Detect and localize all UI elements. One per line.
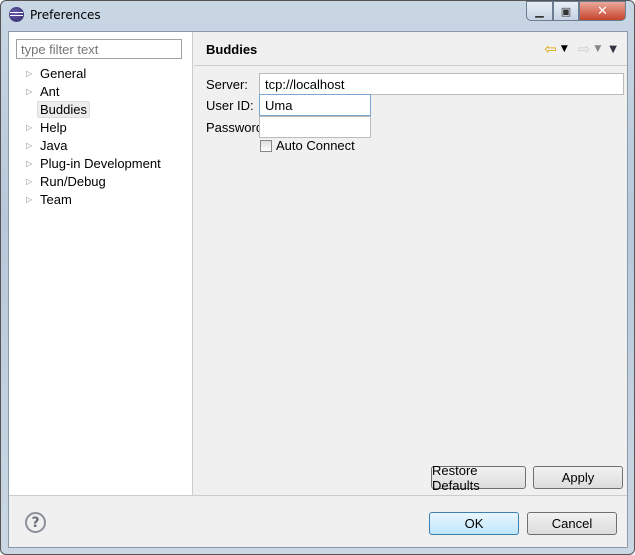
expand-triangle-icon[interactable]: ▷ <box>26 69 35 78</box>
ok-button[interactable]: OK <box>429 512 519 535</box>
expand-triangle-icon[interactable]: ▷ <box>26 195 35 204</box>
expand-triangle-icon[interactable]: ▷ <box>26 141 35 150</box>
tree-item-buddies[interactable]: Buddies <box>9 100 193 118</box>
view-menu-icon[interactable]: ▼ <box>609 44 617 55</box>
auto-connect-label: Auto Connect <box>276 138 355 153</box>
tree-item-label: Team <box>40 191 72 207</box>
page-title: Buddies <box>206 42 258 57</box>
tree-item-label: Help <box>40 119 67 135</box>
expand-triangle-icon[interactable]: ▷ <box>26 87 35 96</box>
password-input[interactable] <box>259 116 371 138</box>
userid-label: User ID: <box>206 98 254 113</box>
tree-item-run-debug[interactable]: ▷ Run/Debug <box>9 172 193 190</box>
tree-item-label: Ant <box>40 83 60 99</box>
window-title: Preferences <box>30 7 101 22</box>
auto-connect-checkbox[interactable]: Auto Connect <box>260 138 355 153</box>
filter-input[interactable] <box>16 39 182 59</box>
password-label: Password: <box>206 120 267 135</box>
preference-page: Buddies ⇦ ▼ ⇨ ▼ ▼ Server: User ID: Passw… <box>194 32 627 495</box>
help-icon[interactable]: ? <box>25 512 46 533</box>
tree-item-ant[interactable]: ▷ Ant <box>9 82 193 100</box>
apply-button[interactable]: Apply <box>533 466 623 489</box>
back-arrow-icon[interactable]: ⇦ <box>544 40 557 58</box>
restore-defaults-button[interactable]: Restore Defaults <box>431 463 526 493</box>
maximize-button[interactable]: ▣ <box>553 1 579 21</box>
tree-item-general[interactable]: ▷ General <box>9 64 193 82</box>
tree-item-java[interactable]: ▷ Java <box>9 136 193 154</box>
tree-item-label: Plug-in Development <box>40 155 161 171</box>
server-label: Server: <box>206 77 248 92</box>
expand-triangle-icon[interactable]: ▷ <box>26 123 35 132</box>
preferences-window: Preferences ▁ ▣ ✕ ▷General▷AntBuddies▷He… <box>0 0 635 555</box>
button-bar: ? OK Cancel <box>9 495 627 547</box>
minimize-button[interactable]: ▁ <box>526 1 553 21</box>
tree-item-help[interactable]: ▷ Help <box>9 118 193 136</box>
expand-triangle-icon[interactable]: ▷ <box>26 159 35 168</box>
checkbox-box[interactable] <box>260 139 272 152</box>
tree-item-label: Run/Debug <box>40 173 106 189</box>
expand-triangle-icon[interactable]: ▷ <box>26 177 35 186</box>
server-input[interactable] <box>259 73 624 95</box>
title-bar: Preferences <box>9 7 101 22</box>
forward-arrow-icon[interactable]: ⇨ <box>578 40 591 58</box>
tree-item-team[interactable]: ▷ Team <box>9 190 193 208</box>
preference-tree-pane: ▷General▷AntBuddies▷Help▷Java▷Plug-in De… <box>9 32 193 495</box>
back-menu-chevron-icon[interactable]: ▼ <box>561 44 568 54</box>
tree-item-plug-in-development[interactable]: ▷ Plug-in Development <box>9 154 193 172</box>
dialog-body: ▷General▷AntBuddies▷Help▷Java▷Plug-in De… <box>8 31 628 548</box>
cancel-button[interactable]: Cancel <box>527 512 617 535</box>
userid-input[interactable] <box>259 94 371 116</box>
preference-tree: ▷ General ▷ Ant Buddies ▷ Help ▷ Java ▷ Plug-in De… <box>9 64 193 208</box>
close-button[interactable]: ✕ <box>579 1 626 21</box>
tree-item-label: Java <box>40 137 68 153</box>
tree-item-label: Buddies <box>37 100 90 118</box>
eclipse-icon <box>9 7 24 22</box>
forward-menu-chevron-icon[interactable]: ▼ <box>594 44 601 54</box>
tree-item-label: General <box>40 65 87 81</box>
